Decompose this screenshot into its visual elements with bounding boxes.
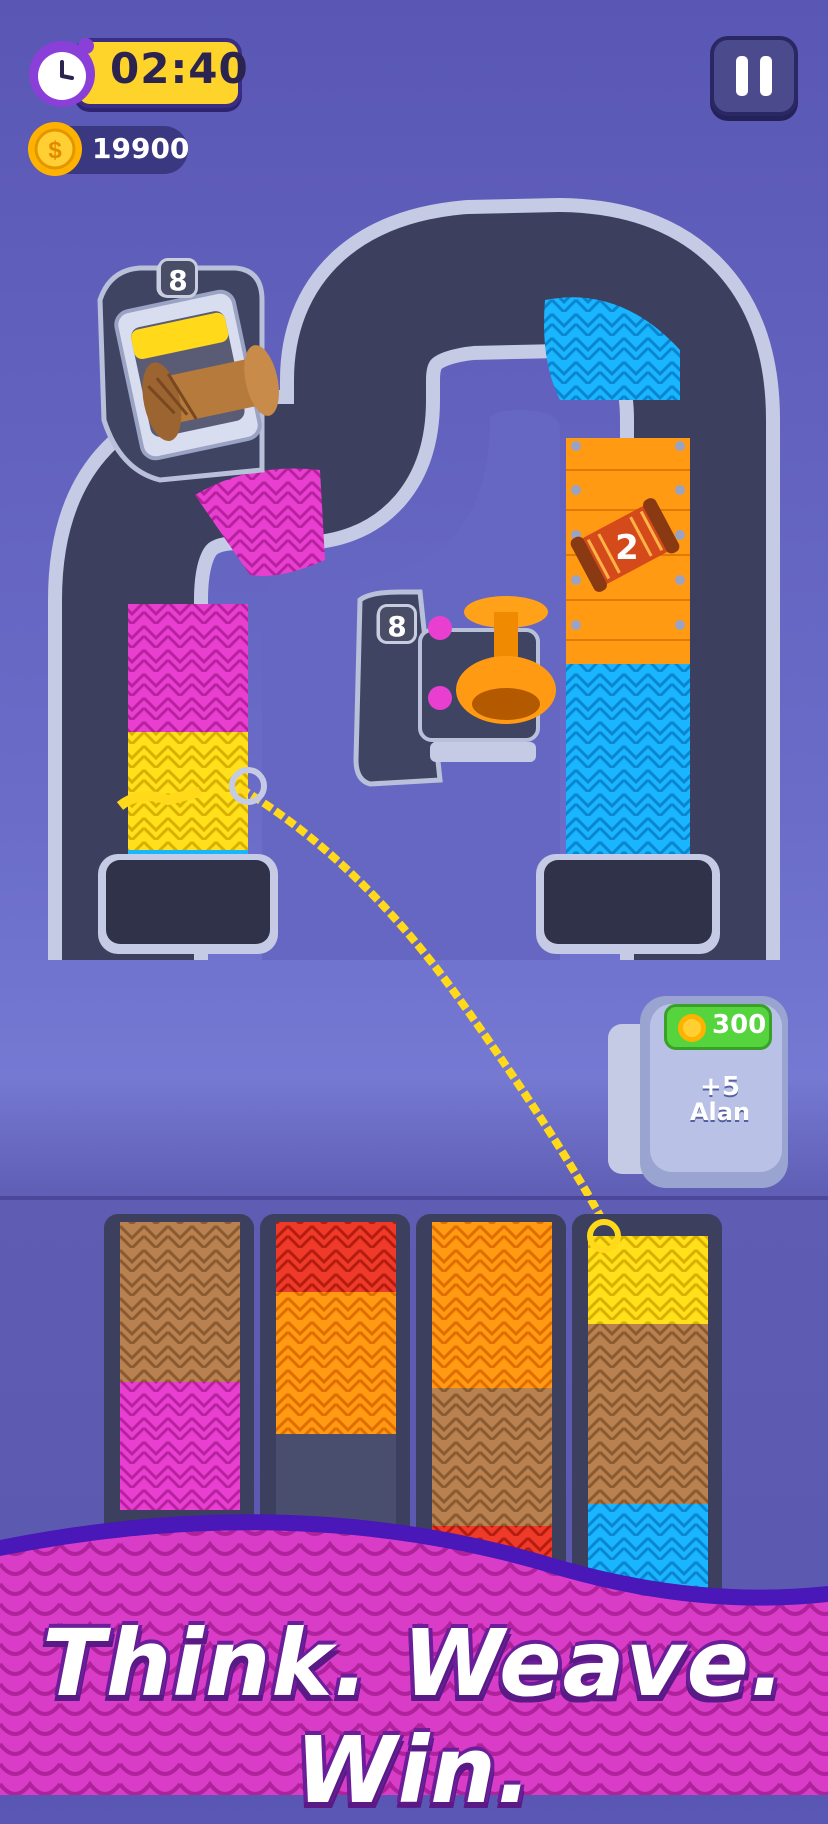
yarn-column-4[interactable] [572, 1214, 722, 1634]
coin-icon [678, 1014, 706, 1042]
yarn-magenta-left [128, 604, 248, 732]
left-track-base-inner [106, 860, 270, 944]
svg-text:$: $ [48, 137, 62, 164]
coin-icon: $ [26, 120, 84, 178]
shop-price-value: 300 [712, 1010, 767, 1040]
spool-machine-top-left[interactable] [100, 268, 270, 480]
locked-spool-count: 2 [615, 528, 639, 568]
timer-value: 02:40 [110, 44, 249, 93]
yarn-cyan-right [566, 664, 690, 856]
yarn-column-2[interactable] [260, 1214, 410, 1634]
alarm-clock-icon [24, 34, 100, 110]
coin-balance: 19900 [92, 132, 190, 165]
pause-icon [736, 56, 772, 96]
yarn-column-3[interactable] [416, 1214, 566, 1634]
yarn-column-1[interactable] [104, 1214, 254, 1634]
right-track-base-inner [544, 860, 712, 944]
spool-machine-middle[interactable] [356, 592, 546, 782]
slogan-banner-text: Think. Weave. Win. [42, 1610, 786, 1824]
pause-button[interactable] [710, 36, 798, 116]
shop-name: Alan [689, 1098, 751, 1126]
